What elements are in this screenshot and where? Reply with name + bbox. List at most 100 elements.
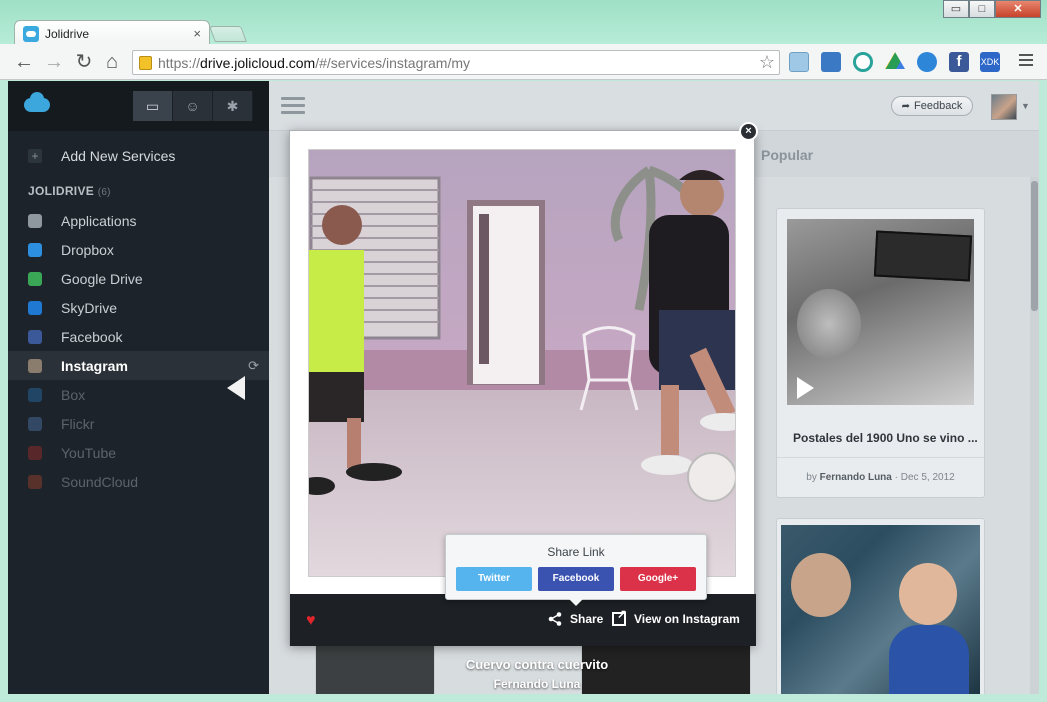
sidebar-item-label: Google Drive xyxy=(61,270,143,287)
share-link-popup: Share Link Twitter Facebook Google+ xyxy=(445,534,707,606)
facebook-icon xyxy=(28,329,42,344)
flickr-icon xyxy=(28,416,42,431)
forward-arrow-icon[interactable]: → xyxy=(42,50,66,74)
browser-titlebar: Jolidrive × ▭ □ ✕ xyxy=(0,0,1047,46)
tab-close-button[interactable]: × xyxy=(193,26,201,41)
extension-icon[interactable] xyxy=(789,52,809,72)
soundcloud-icon xyxy=(28,474,42,489)
address-bar[interactable]: https://drive.jolicloud.com/#/services/i… xyxy=(132,50,780,75)
external-link-icon xyxy=(612,607,627,626)
refresh-icon[interactable]: ⟳ xyxy=(248,358,259,374)
sidebar-item-label: Flickr xyxy=(61,415,95,432)
instagram-icon xyxy=(28,358,42,373)
sidebar-item-label: Box xyxy=(61,386,86,403)
url-text: https://drive.jolicloud.com/#/services/i… xyxy=(158,54,471,71)
sidebar-item-label: YouTube xyxy=(61,444,117,461)
reply-arrow-icon: ➦ xyxy=(901,100,911,112)
photo-caption-author: Fernando Luna xyxy=(493,677,581,691)
screenshot-extension-icon[interactable] xyxy=(821,52,841,72)
popular-filter-tab[interactable]: Popular xyxy=(761,147,813,163)
photo-card[interactable] xyxy=(776,518,985,694)
vertical-scrollbar[interactable] xyxy=(1030,177,1039,694)
browser-menu-icon[interactable] xyxy=(1019,54,1033,68)
window-controls: ▭ □ ✕ xyxy=(943,0,1041,18)
user-avatar[interactable] xyxy=(991,94,1017,120)
home-icon[interactable]: ⌂ xyxy=(100,50,124,74)
reload-icon[interactable]: ↻ xyxy=(72,50,96,74)
jolidrive-app: ▭ ☺ ✱ + Add New Services JOLIDRIVE (6) A… xyxy=(8,81,1039,694)
sidebar-item-dropbox[interactable]: Dropbox xyxy=(8,235,269,264)
add-new-services-button[interactable]: + Add New Services xyxy=(8,143,269,169)
share-popup-title: Share Link xyxy=(547,545,605,559)
view-on-instagram-label: View on Instagram xyxy=(634,612,740,626)
chevron-down-icon[interactable]: ▼ xyxy=(1021,101,1030,111)
photo-caption-title: Cuervo contra cuervito xyxy=(465,657,609,672)
matchbox-image xyxy=(873,230,973,282)
bookmark-star-icon[interactable]: ☆ xyxy=(759,52,775,73)
settings-gear-icon[interactable]: ✱ xyxy=(213,91,253,121)
sidebar-item-label: SkyDrive xyxy=(61,299,118,316)
applications-icon xyxy=(28,213,42,228)
plus-icon: + xyxy=(28,149,42,163)
child-face-image xyxy=(899,563,957,625)
sidebar-tabs: ▭ ☺ ✱ xyxy=(133,91,253,121)
drive-tab-icon[interactable]: ▭ xyxy=(133,91,173,121)
blue-circle-extension-icon[interactable] xyxy=(917,52,937,72)
heart-icon[interactable]: ♥ xyxy=(306,612,316,630)
previous-arrow-icon[interactable] xyxy=(227,376,245,400)
sidebar-item-flickr[interactable]: Flickr xyxy=(8,409,269,438)
box-icon xyxy=(28,387,42,402)
youtube-icon xyxy=(28,445,42,460)
skydrive-icon xyxy=(28,300,42,315)
share-label: Share xyxy=(570,612,604,626)
maximize-button[interactable]: □ xyxy=(969,0,995,18)
jolicloud-logo-icon[interactable] xyxy=(24,92,50,112)
sidebar-item-google-drive[interactable]: Google Drive xyxy=(8,264,269,293)
xdk-extension-icon[interactable]: XDK xyxy=(980,52,1000,72)
card-thumbnail xyxy=(787,219,974,405)
dropbox-icon xyxy=(28,242,42,257)
share-twitter-button[interactable]: Twitter xyxy=(456,567,532,591)
lightbox-close-button[interactable]: × xyxy=(739,122,758,141)
back-arrow-icon[interactable]: ← xyxy=(12,50,36,74)
window-close-button[interactable]: ✕ xyxy=(995,0,1041,18)
facebook-extension-icon[interactable]: f xyxy=(949,52,969,72)
jolidrive-favicon-icon xyxy=(23,25,39,42)
sidebar-item-applications[interactable]: Applications xyxy=(8,206,269,235)
share-google-plus-button[interactable]: Google+ xyxy=(620,567,696,591)
share-facebook-button[interactable]: Facebook xyxy=(538,567,614,591)
play-icon[interactable] xyxy=(797,377,814,399)
hamburger-menu-icon[interactable] xyxy=(281,97,305,118)
sidebar-item-skydrive[interactable]: SkyDrive xyxy=(8,293,269,322)
tab-title: Jolidrive xyxy=(45,26,90,41)
photo-card[interactable]: Postales del 1900 Uno se vino ... by Fer… xyxy=(776,208,985,498)
browser-tab[interactable]: Jolidrive × xyxy=(14,20,210,46)
lightbox-footer: ♥ Share View on Instagram xyxy=(290,594,756,646)
child-face-image xyxy=(791,553,851,617)
browser-toolbar: ← → ↻ ⌂ https://drive.jolicloud.com/#/se… xyxy=(0,44,1047,80)
google-drive-extension-icon[interactable] xyxy=(885,52,905,69)
photo-image xyxy=(309,150,735,576)
share-button[interactable]: Share xyxy=(548,612,603,626)
feedback-button[interactable]: ➦ Feedback xyxy=(891,96,973,116)
card-meta: by Fernando Luna · Dec 5, 2012 xyxy=(806,472,955,483)
sidebar-item-label: Dropbox xyxy=(61,241,114,258)
sidebar-item-soundcloud[interactable]: SoundCloud xyxy=(8,467,269,496)
people-tab-icon[interactable]: ☺ xyxy=(173,91,213,121)
child-shirt-image xyxy=(889,625,969,694)
sidebar-header: ▭ ☺ ✱ xyxy=(8,81,269,131)
ashtray-image xyxy=(797,289,861,359)
sidebar-item-youtube[interactable]: YouTube xyxy=(8,438,269,467)
main-header: ➦ Feedback ▼ xyxy=(269,81,1039,131)
new-tab-button[interactable] xyxy=(209,26,247,42)
share-icon xyxy=(548,612,562,626)
minimize-button[interactable]: ▭ xyxy=(943,0,969,18)
view-on-instagram-button[interactable]: View on Instagram xyxy=(612,607,740,626)
instagram-photo xyxy=(308,149,736,577)
card-title[interactable]: Postales del 1900 Uno se vino ... xyxy=(793,431,978,445)
sidebar-item-facebook[interactable]: Facebook xyxy=(8,322,269,351)
sidebar-item-label: Applications xyxy=(61,212,137,229)
scroll-thumb[interactable] xyxy=(1031,181,1038,311)
circle-extension-icon[interactable] xyxy=(853,52,873,72)
card-divider xyxy=(777,457,984,458)
